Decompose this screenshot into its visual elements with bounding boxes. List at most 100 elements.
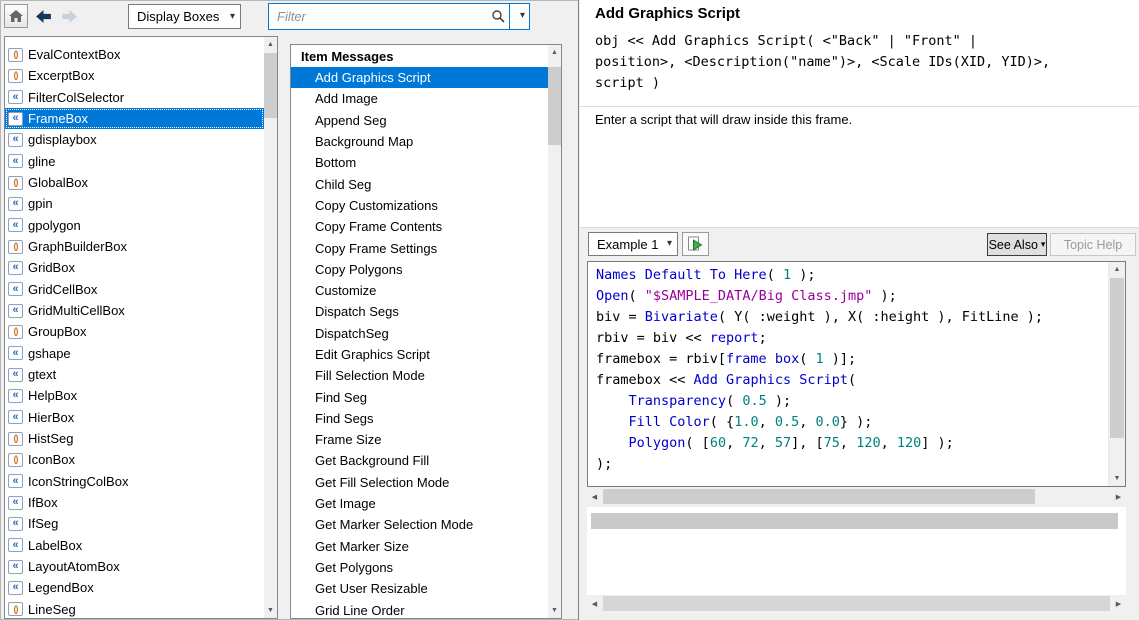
display-box-item-ifseg[interactable]: «IfSeg xyxy=(5,513,264,534)
scroll-left-icon[interactable]: ◀ xyxy=(587,488,602,505)
display-box-item-label: gdisplaybox xyxy=(28,132,97,147)
display-box-item-gshape[interactable]: «gshape xyxy=(5,343,264,364)
message-item-fill-selection-mode[interactable]: Fill Selection Mode xyxy=(291,365,548,386)
filter-input[interactable] xyxy=(271,5,481,28)
message-item-append-seg[interactable]: Append Seg xyxy=(291,110,548,131)
message-item-background-map[interactable]: Background Map xyxy=(291,131,548,152)
log-scrollbar-thumb[interactable] xyxy=(591,513,1118,529)
message-item-get-marker-selection-mode[interactable]: Get Marker Selection Mode xyxy=(291,514,548,535)
scroll-left-icon[interactable]: ◀ xyxy=(587,595,602,612)
message-item-get-polygons[interactable]: Get Polygons xyxy=(291,557,548,578)
display-box-item-layoutatombox[interactable]: «LayoutAtomBox xyxy=(5,556,264,577)
display-box-item-label: HierBox xyxy=(28,410,74,425)
display-box-item-lineseg[interactable]: ()LineSeg xyxy=(5,599,264,618)
display-box-item-hierbox[interactable]: «HierBox xyxy=(5,407,264,428)
scroll-down-icon[interactable]: ▼ xyxy=(264,603,277,618)
see-also-dropdown[interactable]: See Also ▾ xyxy=(987,233,1047,256)
forward-arrow-icon xyxy=(60,9,79,24)
scroll-up-icon[interactable]: ▲ xyxy=(264,37,277,52)
display-box-item-histseg[interactable]: ()HistSeg xyxy=(5,428,264,449)
message-item-get-user-resizable[interactable]: Get User Resizable xyxy=(291,578,548,599)
display-box-item-framebox[interactable]: «FrameBox xyxy=(5,108,264,129)
left-list-scrollbar[interactable]: ▲ ▼ xyxy=(264,37,277,618)
run-example-button[interactable] xyxy=(682,232,709,256)
message-item-label: Edit Graphics Script xyxy=(315,347,430,362)
display-box-item-legendbox[interactable]: «LegendBox xyxy=(5,577,264,598)
message-item-grid-line-order[interactable]: Grid Line Order xyxy=(291,599,548,618)
scroll-up-icon[interactable]: ▲ xyxy=(1109,262,1125,277)
scroll-up-icon[interactable]: ▲ xyxy=(548,45,561,60)
code-vertical-scrollbar[interactable]: ▲ ▼ xyxy=(1108,262,1125,486)
display-box-item-iconbox[interactable]: ()IconBox xyxy=(5,449,264,470)
message-item-copy-frame-contents[interactable]: Copy Frame Contents xyxy=(291,216,548,237)
message-item-add-image[interactable]: Add Image xyxy=(291,88,548,109)
function-box-icon: () xyxy=(8,48,23,62)
display-box-item-evalcontextbox[interactable]: ()EvalContextBox xyxy=(5,44,264,65)
display-box-item-gridcellbox[interactable]: «GridCellBox xyxy=(5,279,264,300)
display-box-item-iconstringcolbox[interactable]: «IconStringColBox xyxy=(5,471,264,492)
home-button[interactable] xyxy=(4,4,28,28)
topic-help-button[interactable]: Topic Help xyxy=(1050,233,1136,256)
display-box-item-excerptbox[interactable]: ()ExcerptBox xyxy=(5,65,264,86)
example-dropdown[interactable]: Example 1 ▾ xyxy=(588,232,678,256)
display-box-item-gridmulticellbox[interactable]: «GridMultiCellBox xyxy=(5,300,264,321)
example-script-editor[interactable]: Names Default To Here( 1 );Open( "$SAMPL… xyxy=(587,261,1126,487)
message-list-scrollbar[interactable]: ▲ ▼ xyxy=(548,45,561,618)
message-item-find-segs[interactable]: Find Segs xyxy=(291,408,548,429)
display-box-item-label: gtext xyxy=(28,367,56,382)
display-box-item-gtext[interactable]: «gtext xyxy=(5,364,264,385)
code-line-3: biv = Bivariate( Y( :weight ), X( :heigh… xyxy=(596,307,1107,328)
message-scrollbar-thumb[interactable] xyxy=(548,67,561,145)
code-horizontal-scrollbar[interactable]: ◀ ▶ xyxy=(587,488,1126,505)
message-item-add-graphics-script[interactable]: Add Graphics Script xyxy=(291,67,548,88)
category-dropdown[interactable]: Display Boxes ▾ xyxy=(128,4,241,29)
display-box-item-gpolygon[interactable]: «gpolygon xyxy=(5,215,264,236)
display-box-item-groupbox[interactable]: ()GroupBox xyxy=(5,321,264,342)
scroll-right-icon[interactable]: ▶ xyxy=(1111,488,1126,505)
display-box-item-ifbox[interactable]: «IfBox xyxy=(5,492,264,513)
display-box-item-gdisplaybox[interactable]: « gdisplaybox xyxy=(5,129,264,150)
message-item-get-fill-selection-mode[interactable]: Get Fill Selection Mode xyxy=(291,472,548,493)
back-button[interactable] xyxy=(31,4,55,28)
scroll-right-icon[interactable]: ▶ xyxy=(1111,595,1126,612)
display-box-item-helpbox[interactable]: «HelpBox xyxy=(5,385,264,406)
display-box-item-gpin[interactable]: «gpin xyxy=(5,193,264,214)
message-item-dispatchseg[interactable]: DispatchSeg xyxy=(291,323,548,344)
message-item-bottom[interactable]: Bottom xyxy=(291,152,548,173)
code-hscrollbar-thumb[interactable] xyxy=(603,489,1035,504)
message-box-icon: « xyxy=(8,133,23,147)
display-box-item-filtercolselector[interactable]: «FilterColSelector xyxy=(5,87,264,108)
message-item-get-image[interactable]: Get Image xyxy=(291,493,548,514)
search-icon[interactable] xyxy=(491,9,505,23)
message-item-label: Copy Frame Settings xyxy=(315,241,437,256)
display-box-item-gridbox[interactable]: «GridBox xyxy=(5,257,264,278)
message-item-find-seg[interactable]: Find Seg xyxy=(291,386,548,407)
message-item-copy-frame-settings[interactable]: Copy Frame Settings xyxy=(291,237,548,258)
message-item-label: Fill Selection Mode xyxy=(315,368,425,383)
display-box-item-graphbuilderbox[interactable]: ()GraphBuilderBox xyxy=(5,236,264,257)
display-box-item-globalbox[interactable]: ()GlobalBox xyxy=(5,172,264,193)
message-item-copy-customizations[interactable]: Copy Customizations xyxy=(291,195,548,216)
message-item-get-background-fill[interactable]: Get Background Fill xyxy=(291,450,548,471)
forward-button[interactable] xyxy=(57,4,81,28)
example-code: Names Default To Here( 1 );Open( "$SAMPL… xyxy=(596,265,1107,486)
scroll-down-icon[interactable]: ▼ xyxy=(1109,471,1125,486)
display-box-item-labelbox[interactable]: «LabelBox xyxy=(5,535,264,556)
message-item-child-seg[interactable]: Child Seg xyxy=(291,173,548,194)
message-item-dispatch-segs[interactable]: Dispatch Segs xyxy=(291,301,548,322)
message-item-frame-size[interactable]: Frame Size xyxy=(291,429,548,450)
message-item-customize[interactable]: Customize xyxy=(291,280,548,301)
filter-dropdown-button[interactable]: ▾ xyxy=(520,11,525,21)
log-hscrollbar-thumb[interactable] xyxy=(603,596,1110,611)
message-item-edit-graphics-script[interactable]: Edit Graphics Script xyxy=(291,344,548,365)
left-scrollbar-thumb[interactable] xyxy=(264,53,277,118)
display-box-item-label: IfBox xyxy=(28,495,58,510)
log-horizontal-scrollbar[interactable]: ◀ ▶ xyxy=(587,595,1126,612)
code-vscrollbar-thumb[interactable] xyxy=(1110,278,1124,438)
message-item-get-marker-size[interactable]: Get Marker Size xyxy=(291,536,548,557)
scroll-down-icon[interactable]: ▼ xyxy=(548,603,561,618)
display-box-item-label: FilterColSelector xyxy=(28,90,124,105)
message-item-copy-polygons[interactable]: Copy Polygons xyxy=(291,259,548,280)
log-area[interactable] xyxy=(587,507,1126,595)
display-box-item-gline[interactable]: «gline xyxy=(5,151,264,172)
